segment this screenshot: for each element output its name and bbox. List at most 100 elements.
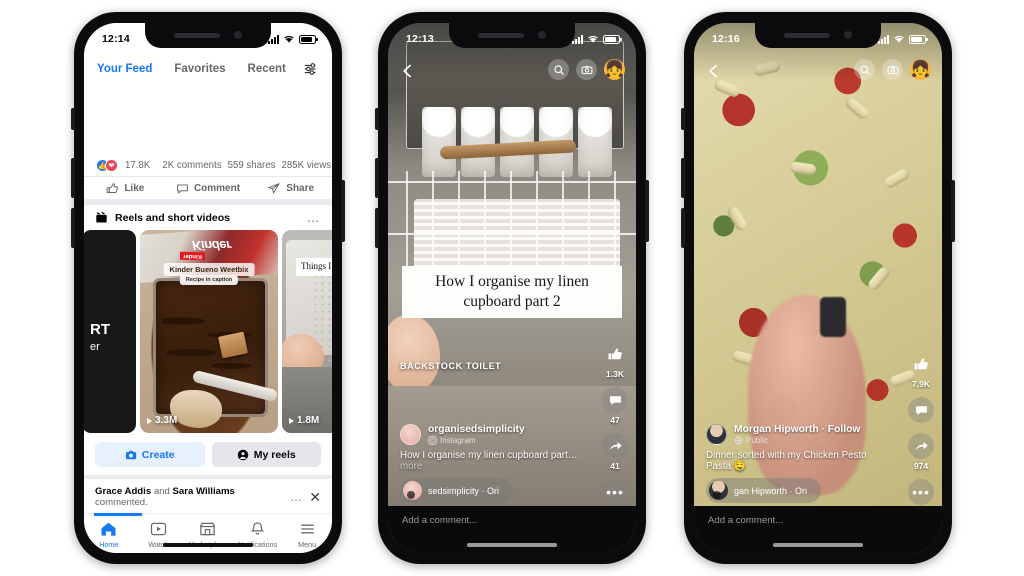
- account-source-label: Public: [746, 436, 768, 445]
- reel-overlay-title: RT: [90, 320, 110, 338]
- comment-count[interactable]: 2K comments: [162, 160, 221, 171]
- more-dots-icon: •••: [908, 479, 934, 505]
- power-button[interactable]: [645, 180, 649, 242]
- reel-card[interactable]: Things I how 1.8M: [282, 230, 332, 434]
- toast-name-2: Sara Williams: [172, 486, 235, 498]
- comment-placeholder: Add a comment...: [402, 515, 478, 526]
- reaction-count[interactable]: 17.8K: [125, 160, 150, 171]
- share-count[interactable]: 559 shares: [228, 160, 276, 171]
- reel-caption[interactable]: How I organise my linen cupboard part… m…: [400, 450, 578, 472]
- close-icon[interactable]: ✕: [309, 489, 321, 506]
- home-indicator[interactable]: [773, 543, 863, 547]
- tab-your-feed[interactable]: Your Feed: [97, 63, 152, 75]
- comment-toast[interactable]: Grace Addis and Sara Williams commented.…: [84, 475, 332, 513]
- sidebar-item-marketplace[interactable]: Marketplace: [183, 514, 233, 553]
- device-notch: [145, 23, 271, 48]
- reel-share-action[interactable]: 974: [908, 433, 934, 471]
- reels-carousel[interactable]: RT er Kinder Kinder Kinder Bueno Weetbix…: [84, 230, 332, 434]
- reel-more-action[interactable]: •••: [908, 479, 934, 505]
- audio-note-icon: [709, 481, 728, 500]
- search-icon[interactable]: [548, 59, 569, 80]
- volume-down-button[interactable]: [681, 208, 685, 248]
- like-button[interactable]: Like: [84, 182, 167, 195]
- tab-favorites[interactable]: Favorites: [174, 63, 225, 75]
- back-chevron-icon[interactable]: [400, 63, 416, 79]
- nav-label: Home: [99, 540, 119, 550]
- account-source: Instagram: [428, 436, 525, 445]
- comment-button[interactable]: Comment: [167, 182, 250, 195]
- power-button[interactable]: [341, 180, 345, 242]
- reel-audio-pill[interactable]: gan Hipworth · Ori: [706, 478, 822, 503]
- view-count[interactable]: 285K views: [282, 160, 332, 171]
- reel-share-count: 974: [913, 461, 929, 471]
- camera-icon[interactable]: [882, 59, 903, 80]
- status-indicators: [572, 34, 622, 44]
- sidebar-item-notifications[interactable]: Notifications: [233, 514, 283, 553]
- account-name[interactable]: Morgan Hipworth · Follow: [734, 424, 860, 435]
- status-time: 12:14: [102, 33, 130, 45]
- toast-overflow-button[interactable]: …: [290, 491, 303, 503]
- share-button-label: Share: [286, 182, 315, 194]
- my-reels-button[interactable]: My reels: [211, 442, 321, 468]
- reels-overflow-button[interactable]: …: [307, 211, 321, 224]
- volume-up-button[interactable]: [681, 158, 685, 198]
- mute-switch[interactable]: [375, 108, 379, 130]
- wifi-icon: [588, 35, 598, 43]
- reel-overlay-text: RT er: [90, 320, 110, 355]
- camera-icon[interactable]: [576, 59, 597, 80]
- screenshot-canvas: 12:14 Your Feed Favorites Recent 👍 ❤ 17.…: [0, 0, 1024, 576]
- reel-comment-action[interactable]: 47: [602, 387, 628, 425]
- active-tab-indicator: [94, 513, 142, 516]
- reel-account-row[interactable]: Morgan Hipworth · Follow Public: [706, 424, 884, 445]
- status-indicators: [878, 34, 928, 44]
- reel-card[interactable]: RT er: [84, 230, 136, 434]
- speaker-grille: [174, 32, 220, 38]
- home-indicator[interactable]: [163, 543, 253, 547]
- reel-info-block: Morgan Hipworth · Follow Public Dinner s…: [706, 424, 884, 505]
- reel-like-action[interactable]: 7.9K: [908, 351, 934, 389]
- profile-avatar-emoji[interactable]: 👧: [910, 59, 931, 80]
- account-name[interactable]: organisedsimplicity: [428, 424, 525, 435]
- toast-text: Grace Addis and Sara Williams commented.: [95, 486, 284, 508]
- mute-switch[interactable]: [681, 108, 685, 130]
- reel-audio-pill[interactable]: sedsimplicity · Ori: [400, 478, 514, 503]
- reaction-icons[interactable]: 👍 ❤: [96, 159, 118, 172]
- volume-up-button[interactable]: [375, 158, 379, 198]
- play-triangle-icon: [147, 417, 152, 424]
- battery-icon: [909, 34, 928, 44]
- reel-more-action[interactable]: •••: [602, 479, 628, 505]
- home-indicator[interactable]: [467, 543, 557, 547]
- back-chevron-icon[interactable]: [706, 63, 722, 79]
- sidebar-item-menu[interactable]: Menu: [282, 514, 332, 553]
- reel-account-row[interactable]: organisedsimplicity Instagram: [400, 424, 578, 445]
- reel-caption-more[interactable]: more: [400, 461, 422, 472]
- reel-caption[interactable]: Dinner sorted with my Chicken Pesto Past…: [706, 450, 884, 472]
- reel-overlay-subtitle: er: [90, 340, 100, 353]
- reel-share-action[interactable]: 41: [602, 433, 628, 471]
- volume-down-button[interactable]: [375, 208, 379, 248]
- home-icon: [101, 522, 116, 536]
- power-button[interactable]: [951, 180, 955, 242]
- volume-up-button[interactable]: [71, 158, 75, 198]
- toast-tail: commented.: [95, 497, 148, 509]
- filter-sliders-icon[interactable]: [303, 61, 319, 77]
- search-icon[interactable]: [854, 59, 875, 80]
- feed-tabs: Your Feed Favorites Recent: [84, 51, 332, 87]
- account-avatar[interactable]: [400, 424, 421, 445]
- share-arrow-icon: [267, 182, 280, 194]
- reel-like-action[interactable]: 1.3K: [602, 341, 628, 379]
- reel-label-sub: Recipe in caption: [179, 275, 239, 286]
- reel-info-block: organisedsimplicity Instagram How I orga…: [400, 424, 578, 505]
- create-button[interactable]: Create: [95, 442, 205, 468]
- profile-avatar-emoji[interactable]: 👧: [604, 59, 625, 80]
- tab-recent[interactable]: Recent: [248, 63, 286, 75]
- reel-comment-action[interactable]: [908, 397, 934, 425]
- toast-name-1: Grace Addis: [95, 486, 152, 498]
- mute-switch[interactable]: [71, 108, 75, 130]
- volume-down-button[interactable]: [71, 208, 75, 248]
- reel-card[interactable]: Kinder Kinder Kinder Bueno Weetbix Recip…: [140, 230, 278, 434]
- sidebar-item-home[interactable]: Home: [84, 514, 134, 553]
- sidebar-item-watch[interactable]: Watch: [134, 514, 184, 553]
- account-avatar[interactable]: [706, 424, 727, 445]
- share-button[interactable]: Share: [249, 182, 332, 195]
